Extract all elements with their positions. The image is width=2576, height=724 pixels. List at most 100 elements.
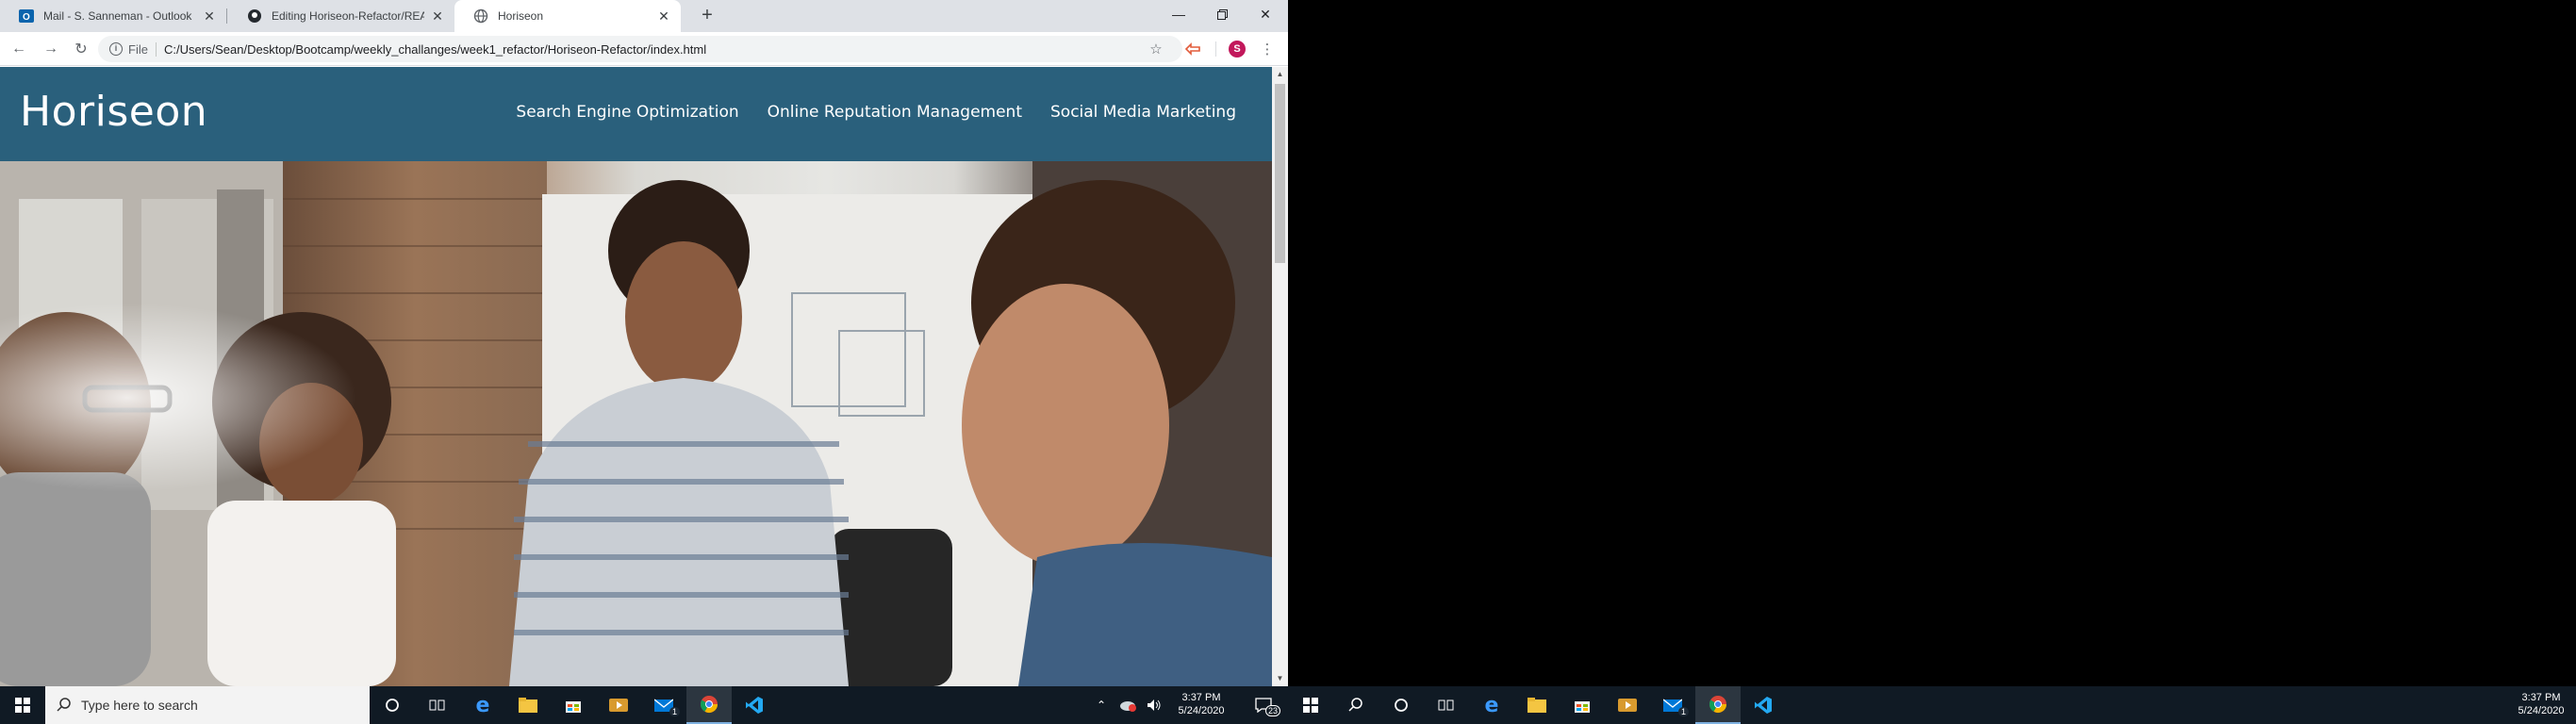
site-logo[interactable]: Horiseon (20, 88, 207, 136)
tray-onedrive[interactable] (1116, 686, 1139, 724)
tab-separator (226, 8, 227, 24)
store-bag-icon (566, 701, 581, 713)
search-button[interactable] (1333, 686, 1379, 724)
profile-avatar[interactable]: S (1229, 41, 1246, 58)
toolbar-divider (1215, 41, 1216, 57)
task-view-icon (1438, 699, 1454, 711)
svg-text:O: O (23, 12, 30, 23)
taskbar-clock[interactable]: 3:37 PM 5/24/2020 (2510, 691, 2572, 717)
hero-image (0, 161, 1272, 686)
reload-button[interactable]: ↻ (70, 38, 92, 60)
tab-outlook[interactable]: O Mail - S. Sanneman - Outlook ✕ (0, 0, 226, 32)
tab-github[interactable]: Editing Horiseon-Refactor/README ✕ (228, 0, 454, 32)
taskbar-secondary: e 1 3:37 PM 5/24/2020 (1288, 686, 2576, 724)
cortana-button[interactable] (370, 686, 415, 724)
nav-link-reputation[interactable]: Online Reputation Management (768, 103, 1022, 122)
store-bag-icon (1575, 701, 1590, 713)
scroll-thumb[interactable] (1275, 84, 1285, 263)
tray-volume[interactable] (1143, 686, 1165, 724)
close-window-button[interactable]: ✕ (1244, 0, 1287, 28)
close-icon[interactable]: ✕ (656, 8, 671, 24)
right-monitor: e 1 3:37 PM 5/24/2020 (1288, 0, 2576, 724)
close-icon[interactable]: ✕ (430, 8, 445, 24)
start-button[interactable] (1288, 686, 1333, 724)
taskbar-clock[interactable]: 3:37 PM 5/24/2020 (1173, 691, 1230, 717)
vscode-icon (1755, 697, 1772, 714)
minimize-button[interactable]: — (1157, 0, 1200, 28)
menu-kebab-icon[interactable]: ⋮ (1258, 40, 1277, 58)
start-button[interactable] (0, 686, 45, 724)
restore-button[interactable] (1200, 0, 1244, 28)
forward-arrow-icon: → (43, 41, 58, 57)
nav-link-social-media[interactable]: Social Media Marketing (1050, 103, 1236, 122)
speaker-icon (1148, 699, 1161, 711)
scroll-down-icon[interactable]: ▼ (1272, 671, 1288, 686)
close-icon[interactable]: ✕ (202, 8, 217, 24)
nav-link-seo[interactable]: Search Engine Optimization (516, 103, 738, 122)
tab-horiseon[interactable]: Horiseon ✕ (454, 0, 681, 32)
windows-logo-icon (1303, 698, 1318, 713)
close-icon: ✕ (1260, 6, 1271, 22)
extension-icon[interactable] (1183, 40, 1202, 58)
minimize-icon: — (1172, 7, 1185, 22)
taskbar-chrome[interactable] (686, 686, 732, 724)
chrome-icon (701, 696, 718, 714)
taskbar-search[interactable]: Type here to search (45, 686, 370, 724)
chrome-icon (1709, 696, 1726, 714)
restore-icon (1216, 8, 1228, 20)
edge-icon: e (1484, 693, 1499, 717)
notification-count: 23 (1265, 705, 1281, 716)
page-scrollbar[interactable]: ▲ ▼ (1272, 67, 1288, 686)
taskbar-store[interactable] (1560, 686, 1605, 724)
address-bar[interactable]: i File C:/Users/Sean/Desktop/Bootcamp/we… (98, 36, 1182, 62)
taskbar-edge[interactable]: e (460, 686, 505, 724)
taskbar-vscode[interactable] (732, 686, 777, 724)
taskbar-mail[interactable]: 1 (1650, 686, 1695, 724)
action-center-button[interactable]: 23 (1245, 686, 1282, 724)
back-arrow-icon: ← (11, 41, 26, 57)
back-button[interactable]: ← (8, 38, 30, 60)
clock-time: 3:37 PM (1181, 692, 1221, 703)
site-nav: Search Engine Optimization Online Reputa… (516, 103, 1236, 122)
show-hidden-icons-button[interactable]: ⌃ (1094, 686, 1109, 724)
taskbar-edge[interactable]: e (1469, 686, 1514, 724)
clock-date: 5/24/2020 (1178, 705, 1225, 716)
search-placeholder: Type here to search (81, 698, 198, 713)
task-view-icon (429, 699, 445, 711)
scroll-up-icon[interactable]: ▲ (1272, 67, 1288, 82)
cortana-icon (1395, 699, 1408, 712)
chevron-up-icon: ⌃ (1096, 699, 1107, 712)
mail-badge: 1 (1678, 707, 1690, 716)
clock-time: 3:37 PM (2521, 692, 2561, 703)
vscode-icon (746, 697, 763, 714)
windows-logo-icon (15, 698, 30, 713)
folder-icon (519, 698, 537, 713)
taskbar-media[interactable] (596, 686, 641, 724)
bookmark-star-icon[interactable]: ☆ (1147, 40, 1165, 58)
media-player-icon (609, 699, 628, 712)
task-view-button[interactable] (415, 686, 460, 724)
url-text: C:/Users/Sean/Desktop/Bootcamp/weekly_ch… (163, 41, 707, 57)
taskbar-store[interactable] (551, 686, 596, 724)
cortana-button[interactable] (1379, 686, 1424, 724)
tab-title: Editing Horiseon-Refactor/README (272, 9, 424, 23)
reload-icon: ↻ (74, 41, 88, 58)
taskbar-media[interactable] (1605, 686, 1650, 724)
media-player-icon (1618, 699, 1637, 712)
search-icon (57, 698, 71, 712)
search-icon (1348, 698, 1362, 712)
onedrive-error-icon (1120, 701, 1136, 712)
taskbar-chrome[interactable] (1695, 686, 1741, 724)
tab-title: Horiseon (498, 9, 544, 23)
taskbar-file-explorer[interactable] (1514, 686, 1560, 724)
task-view-button[interactable] (1424, 686, 1469, 724)
mail-badge: 1 (669, 707, 681, 716)
taskbar-mail[interactable]: 1 (641, 686, 686, 724)
new-tab-button[interactable]: + (696, 5, 718, 27)
folder-icon (1527, 698, 1546, 713)
clock-date: 5/24/2020 (2518, 705, 2565, 716)
taskbar-vscode[interactable] (1741, 686, 1786, 724)
forward-button[interactable]: → (40, 38, 62, 60)
taskbar-file-explorer[interactable] (505, 686, 551, 724)
info-icon[interactable]: i (109, 42, 123, 56)
